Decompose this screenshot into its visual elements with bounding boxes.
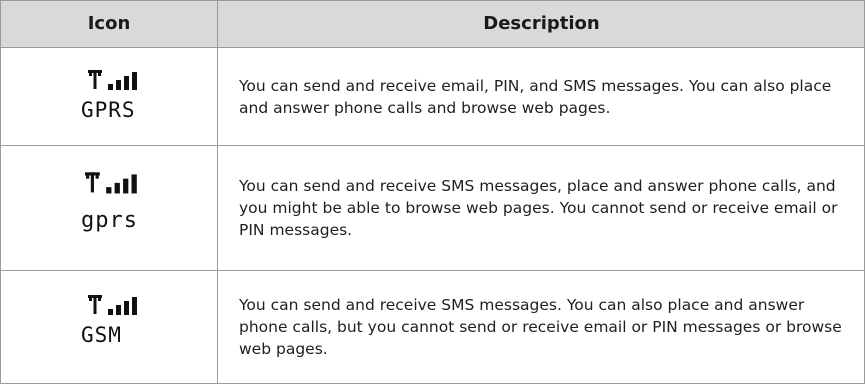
table-row: GSM You can send and receive SMS message… [0,271,865,384]
network-label: GPRS [81,98,136,122]
row-description: You can send and receive SMS messages, p… [217,146,864,270]
header-description: Description [217,1,865,47]
icon-cell: gprs [1,146,217,270]
table-row: gprs You can send and receive SMS messag… [0,146,865,271]
table-header-row: Icon Description [0,0,865,48]
network-label: gprs [81,208,138,233]
icon-cell: GPRS [1,48,217,145]
header-icon: Icon [87,13,131,34]
signal-bars-icon [88,295,137,315]
row-description: You can send and receive SMS messages. Y… [217,271,864,383]
icon-cell: GSM [1,271,217,383]
table-row: GPRS You can send and receive email, PIN… [0,48,865,146]
network-label: GSM [81,323,122,347]
row-description: You can send and receive email, PIN, and… [217,48,864,145]
network-indicator-table: Icon Description GPRS You can send and r… [0,0,865,384]
signal-bars-icon [88,70,137,90]
signal-bars-icon [85,172,137,194]
